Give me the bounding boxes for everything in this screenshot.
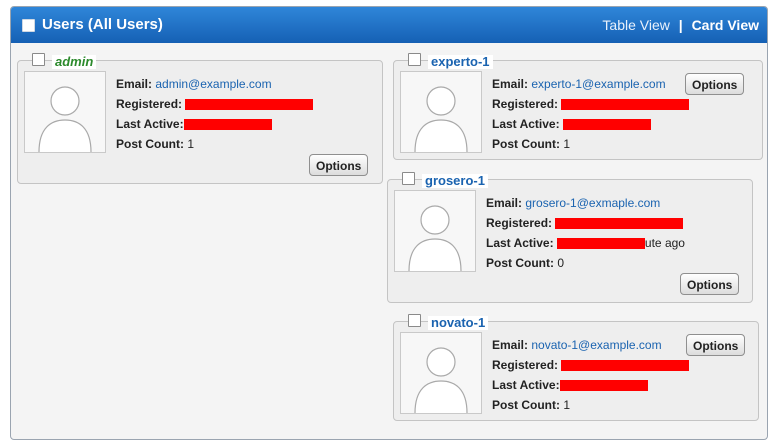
avatar-icon (24, 71, 106, 153)
options-button[interactable]: Options (309, 154, 369, 176)
redacted-last-active (559, 380, 648, 392)
last-active-label: Last Active: (486, 236, 554, 250)
registered-label: Registered: (486, 216, 553, 230)
avatar-icon (394, 190, 476, 272)
panel-header: Users (All Users) Table View | Card View (11, 7, 767, 43)
redacted-registered (561, 99, 690, 111)
last-active-label: Last Active: (116, 117, 184, 131)
redacted-last-active (556, 238, 645, 250)
user-info-admin: Email: admin@example.com Registered: Las… (116, 74, 314, 154)
email-link[interactable]: novato-1@example.com (531, 338, 661, 352)
last-active-label: Last Active: (492, 117, 560, 131)
user-name-experto-1[interactable]: experto-1 (428, 55, 493, 69)
email-link[interactable]: experto-1@example.com (531, 77, 665, 91)
panel-title: Users (All Users) (42, 16, 163, 33)
user-card-novato-1: novato-1 Email: novato-1@example.com Reg… (393, 314, 759, 421)
user-checkbox-grosero-1[interactable] (402, 172, 415, 185)
user-info-experto-1: Email: experto-1@example.com Registered:… (492, 74, 690, 154)
email-link[interactable]: admin@example.com (155, 77, 271, 91)
redacted-registered (555, 218, 684, 230)
user-info-novato-1: Email: novato-1@example.com Registered: … (492, 335, 690, 415)
card-view-link[interactable]: Card View (692, 17, 759, 33)
users-panel: Users (All Users) Table View | Card View… (10, 6, 768, 440)
select-all-checkbox[interactable] (22, 19, 35, 32)
post-count-value: 1 (563, 398, 571, 412)
redacted-registered (185, 99, 314, 111)
email-label: Email: (492, 77, 529, 91)
options-button[interactable]: Options (685, 73, 745, 95)
post-count-value: 1 (187, 137, 195, 151)
redacted-last-active (183, 119, 272, 131)
table-view-link[interactable]: Table View (602, 17, 669, 33)
view-separator: | (678, 17, 683, 33)
redacted-last-active (562, 119, 651, 131)
email-label: Email: (486, 196, 523, 210)
user-card-experto-1: experto-1 Email: experto-1@example.com R… (393, 53, 763, 160)
post-count-label: Post Count: (486, 256, 554, 270)
registered-label: Registered: (492, 358, 559, 372)
user-card-admin: admin Email: admin@example.com Registere… (17, 53, 383, 184)
email-label: Email: (116, 77, 153, 91)
view-switcher: Table View | Card View (602, 17, 759, 33)
user-checkbox-admin[interactable] (32, 53, 45, 66)
avatar-icon (400, 71, 482, 153)
options-button[interactable]: Options (680, 273, 740, 295)
user-info-grosero-1: Email: grosero-1@exmaple.com Registered:… (486, 193, 685, 273)
redacted-registered (561, 360, 690, 372)
user-checkbox-experto-1[interactable] (408, 53, 421, 66)
options-button[interactable]: Options (686, 334, 746, 356)
post-count-label: Post Count: (492, 137, 560, 151)
post-count-value: 0 (557, 256, 565, 270)
post-count-label: Post Count: (116, 137, 184, 151)
email-label: Email: (492, 338, 529, 352)
post-count-value: 1 (563, 137, 571, 151)
last-active-tail: ute ago (644, 236, 685, 250)
email-link[interactable]: grosero-1@exmaple.com (525, 196, 660, 210)
registered-label: Registered: (492, 97, 559, 111)
user-card-grosero-1: grosero-1 Email: grosero-1@exmaple.com R… (387, 172, 753, 303)
user-checkbox-novato-1[interactable] (408, 314, 421, 327)
user-name-novato-1[interactable]: novato-1 (428, 316, 489, 330)
user-name-grosero-1[interactable]: grosero-1 (422, 174, 488, 188)
user-name-admin[interactable]: admin (52, 55, 97, 69)
registered-label: Registered: (116, 97, 183, 111)
last-active-label: Last Active: (492, 378, 560, 392)
post-count-label: Post Count: (492, 398, 560, 412)
avatar-icon (400, 332, 482, 414)
